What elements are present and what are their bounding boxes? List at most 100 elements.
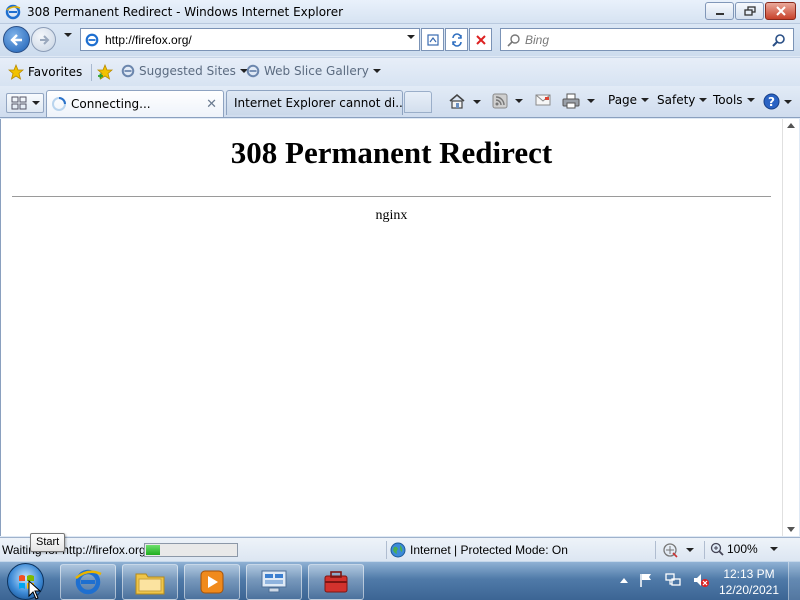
refresh-button[interactable]	[445, 28, 468, 51]
back-arrow-icon	[9, 33, 22, 46]
close-window-button[interactable]	[765, 2, 796, 20]
search-go-icon[interactable]	[771, 33, 787, 47]
read-mail-button[interactable]	[535, 93, 551, 107]
compatibility-view-button[interactable]	[421, 28, 444, 51]
favorites-separator	[91, 64, 92, 81]
show-desktop-button[interactable]	[788, 562, 800, 600]
status-divider	[704, 541, 705, 559]
forward-arrow-icon	[39, 34, 49, 45]
web-slice-gallery-label: Web Slice Gallery	[264, 64, 369, 78]
tab-ie-cannot-display[interactable]: Internet Explorer cannot di...	[226, 90, 403, 115]
system-tray	[620, 572, 710, 588]
taskbar-toolbox[interactable]	[308, 564, 364, 600]
taskbar-media-player[interactable]	[184, 564, 240, 600]
feeds-button[interactable]	[492, 93, 523, 109]
taskbar-control-panel[interactable]	[246, 564, 302, 600]
tab-close-icon[interactable]: ✕	[206, 97, 217, 112]
address-field[interactable]: http://firefox.org/	[80, 28, 420, 51]
tab-label: Connecting...	[71, 97, 151, 111]
address-dropdown[interactable]	[407, 35, 415, 39]
safety-menu-label: Safety	[657, 93, 696, 107]
suggested-sites-label: Suggested Sites	[139, 64, 236, 78]
window-title: 308 Permanent Redirect - Windows Interne…	[27, 4, 344, 19]
compatibility-view-icon	[426, 33, 439, 46]
home-button[interactable]	[448, 93, 481, 110]
status-bar: Waiting for http://firefox.org/... Inter…	[0, 537, 800, 561]
help-button[interactable]: ?	[763, 93, 792, 110]
suggested-sites-link[interactable]: Suggested Sites	[121, 64, 248, 78]
clock[interactable]: 12:13 PM 12/20/2021	[712, 566, 786, 598]
web-page-content: 308 Permanent Redirect nginx	[1, 119, 782, 536]
progress-fill	[146, 545, 160, 555]
status-divider	[386, 541, 387, 559]
media-player-icon	[200, 570, 224, 594]
mail-icon	[535, 94, 551, 106]
vertical-scrollbar[interactable]	[782, 119, 799, 536]
tools-menu-caret	[746, 98, 755, 102]
home-dropdown[interactable]	[473, 99, 481, 104]
web-slice-gallery-link[interactable]: Web Slice Gallery	[246, 64, 381, 78]
privacy-report-icon	[663, 543, 678, 558]
horizontal-rule	[12, 196, 771, 197]
privacy-dropdown[interactable]	[686, 548, 694, 552]
scroll-down-arrow-icon[interactable]	[787, 527, 795, 532]
server-signature: nginx	[375, 208, 408, 223]
refresh-icon	[451, 32, 462, 47]
tools-menu[interactable]: Tools	[713, 93, 755, 107]
suggested-sites-ie-icon	[121, 64, 135, 78]
tab-bar: Connecting... ✕ Internet Explorer cannot…	[0, 86, 800, 118]
page-menu[interactable]: Page	[608, 93, 650, 107]
search-field[interactable]: Bing	[500, 28, 794, 51]
security-zone-label: Internet | Protected Mode: On	[410, 543, 568, 557]
stop-button[interactable]	[469, 28, 492, 51]
folder-icon	[135, 573, 165, 595]
show-hidden-icons-button[interactable]	[620, 577, 628, 583]
favorites-label: Favorites	[28, 65, 83, 79]
print-dropdown[interactable]	[587, 99, 595, 103]
network-icon[interactable]	[664, 572, 682, 588]
printer-icon	[562, 93, 580, 109]
loading-spinner-icon	[52, 97, 66, 111]
minimize-icon	[715, 13, 724, 15]
add-to-favorites-bar-button[interactable]	[96, 64, 114, 80]
taskbar-windows-explorer[interactable]	[122, 564, 178, 600]
tab-connecting[interactable]: Connecting... ✕	[46, 90, 224, 117]
taskbar-internet-explorer[interactable]	[60, 564, 116, 600]
zoom-magnifier-icon	[710, 542, 724, 556]
feeds-dropdown[interactable]	[515, 99, 523, 103]
popup-blocker-button[interactable]	[662, 542, 694, 558]
quick-tabs-grid-icon	[11, 96, 27, 110]
volume-muted-icon[interactable]	[692, 572, 710, 588]
restore-button[interactable]	[735, 2, 764, 20]
taskbar: 12:13 PM 12/20/2021	[0, 561, 800, 600]
page-load-progress-bar	[144, 543, 238, 557]
forward-button[interactable]	[31, 27, 56, 52]
security-zone[interactable]: Internet | Protected Mode: On	[390, 542, 568, 558]
favorites-button[interactable]: Favorites	[8, 64, 82, 80]
minimize-button[interactable]	[705, 2, 734, 20]
stop-x-icon	[475, 34, 486, 45]
safety-menu[interactable]: Safety	[657, 93, 708, 107]
recent-pages-dropdown[interactable]	[64, 33, 72, 37]
tools-menu-label: Tools	[713, 93, 743, 107]
page-heading: 308 Permanent Redirect	[230, 135, 553, 170]
zoom-control[interactable]: 100%	[710, 542, 778, 556]
control-panel-icon	[261, 570, 287, 593]
navigation-bar: http://firefox.org/ Bing	[0, 24, 800, 56]
help-dropdown[interactable]	[784, 99, 792, 104]
print-button[interactable]	[562, 93, 595, 109]
status-text: Waiting for http://firefox.org/...	[2, 543, 159, 557]
new-tab-button[interactable]	[404, 91, 432, 113]
tab-list-dropdown[interactable]	[32, 101, 40, 105]
web-slice-gallery-dropdown[interactable]	[372, 69, 381, 73]
zoom-dropdown[interactable]	[769, 547, 778, 551]
search-placeholder: Bing	[525, 32, 550, 47]
back-button[interactable]	[3, 26, 30, 53]
clock-date: 12/20/2021	[718, 583, 780, 597]
quick-tabs-button[interactable]	[6, 93, 44, 113]
action-center-flag-icon[interactable]	[638, 572, 654, 588]
close-icon	[775, 6, 786, 16]
scroll-up-arrow-icon[interactable]	[787, 123, 795, 128]
safety-menu-caret	[699, 98, 708, 102]
tab-label: Internet Explorer cannot di...	[234, 96, 403, 110]
